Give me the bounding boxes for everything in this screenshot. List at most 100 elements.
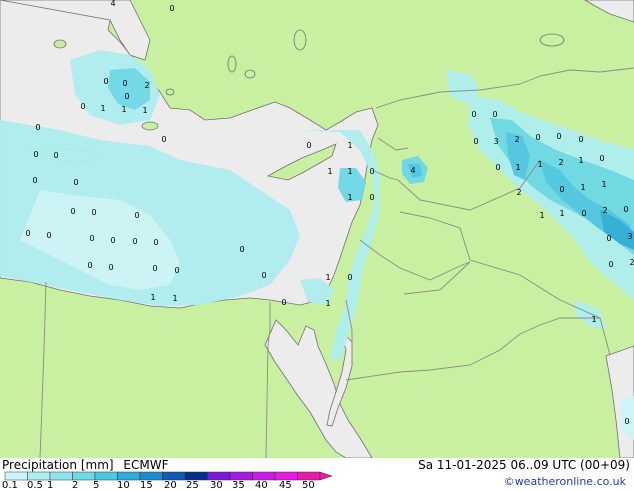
point-value-label: 0 <box>559 185 564 194</box>
map-footer: Precipitation [mm] ECMWF Sa 11-01-2025 0… <box>0 458 634 491</box>
point-value-label: 4 <box>110 0 115 8</box>
color-scale-tick-label: 10 <box>117 480 130 491</box>
point-value-label: 0 <box>578 135 583 144</box>
point-value-label: 0 <box>122 79 127 88</box>
point-value-label: 1 <box>580 183 585 192</box>
point-value-label: 0 <box>152 264 157 273</box>
point-value-label: 0 <box>103 77 108 86</box>
color-scale-tick-label: 50 <box>302 480 315 491</box>
point-value-label: 0 <box>556 132 561 141</box>
point-value-label: 0 <box>53 151 58 160</box>
point-value-label: 0 <box>599 154 604 163</box>
color-scale-tick-label: 40 <box>255 480 268 491</box>
point-value-label: 1 <box>172 294 177 303</box>
point-value-label: 2 <box>602 206 607 215</box>
color-scale-tick-label: 5 <box>93 480 100 491</box>
point-value-label: 0 <box>623 205 628 214</box>
point-value-label: 0 <box>32 176 37 185</box>
point-value-label: 0 <box>110 236 115 245</box>
point-value-label: 0 <box>124 92 129 101</box>
point-value-label: 0 <box>89 234 94 243</box>
point-value-label: 1 <box>537 160 542 169</box>
point-value-label: 1 <box>559 209 564 218</box>
point-value-label: 1 <box>578 156 583 165</box>
point-value-label: 0 <box>608 260 613 269</box>
color-scale-swatch <box>27 471 51 481</box>
point-value-label: 0 <box>369 193 374 202</box>
color-scale-swatch <box>4 471 28 481</box>
point-value-label: 0 <box>473 137 478 146</box>
color-scale-swatch <box>49 471 73 481</box>
point-value-label: 0 <box>134 211 139 220</box>
point-value-label: 1 <box>591 315 596 324</box>
point-value-label: 4 <box>410 166 415 175</box>
point-value-label: 0 <box>306 141 311 150</box>
point-value-label: 0 <box>73 178 78 187</box>
point-value-label: 0 <box>606 234 611 243</box>
point-value-label: 0 <box>369 167 374 176</box>
point-value-label: 3 <box>493 137 498 146</box>
credit-link[interactable]: ©weatheronline.co.uk <box>504 475 626 488</box>
point-value-label: 1 <box>121 105 126 114</box>
point-value-label: 2 <box>629 258 634 267</box>
color-scale-tick-label: 25 <box>186 480 199 491</box>
point-value-label: 0 <box>174 266 179 275</box>
point-value-label: 1 <box>347 141 352 150</box>
color-scale-swatch <box>139 471 163 481</box>
point-value-label: 1 <box>325 299 330 308</box>
color-scale-swatch <box>162 471 186 481</box>
point-value-label: 1 <box>100 104 105 113</box>
precipitation-map: 4 0 0 2 0 0 0 1 1 1 0 0 0 0 0 0 0 0 0 0 0 0 0 0 0 0 0 0 0 0 0 1 1 0 0 1 1 1 0 1… <box>0 0 634 459</box>
point-value-label: 1 <box>347 167 352 176</box>
color-scale-tick-label: 30 <box>210 480 223 491</box>
point-value-label: 1 <box>327 167 332 176</box>
color-scale-swatch <box>252 471 276 481</box>
point-value-label: 0 <box>153 238 158 247</box>
point-value-label: 0 <box>169 4 174 13</box>
color-scale-swatch <box>274 471 298 481</box>
point-value-label: 0 <box>87 261 92 270</box>
color-scale-swatch <box>117 471 141 481</box>
point-value-label: 0 <box>70 207 75 216</box>
color-scale-tick-label: 1 <box>47 480 54 491</box>
point-value-label: 0 <box>535 133 540 142</box>
point-value-label: 1 <box>150 293 155 302</box>
point-value-label: 2 <box>514 135 519 144</box>
point-value-label: 1 <box>601 180 606 189</box>
point-value-label: 0 <box>35 123 40 132</box>
point-value-label: 0 <box>471 110 476 119</box>
color-scale-arrow <box>319 471 333 481</box>
color-scale-swatch <box>229 471 253 481</box>
point-value-label: 1 <box>347 193 352 202</box>
color-scale-tick-label: 0.5 <box>27 480 43 491</box>
point-value-label: 0 <box>261 271 266 280</box>
point-value-label: 0 <box>495 163 500 172</box>
point-value-label: 1 <box>539 211 544 220</box>
color-scale-tick-label: 20 <box>164 480 177 491</box>
color-scale-swatch <box>72 471 96 481</box>
point-value-label: 1 <box>325 273 330 282</box>
color-scale-swatch <box>184 471 208 481</box>
point-value-label: 0 <box>46 231 51 240</box>
point-value-label: 0 <box>80 102 85 111</box>
point-value-label: 0 <box>239 245 244 254</box>
valid-time: Sa 11-01-2025 06..09 UTC (00+09) <box>418 458 630 472</box>
color-scale-swatch <box>297 471 321 481</box>
point-value-label: 2 <box>558 158 563 167</box>
color-scale-swatch <box>207 471 231 481</box>
map-title: Precipitation [mm] <box>2 458 114 472</box>
point-value-label: 2 <box>516 188 521 197</box>
point-value-label: 2 <box>144 81 149 90</box>
point-value-label: 0 <box>25 229 30 238</box>
color-scale-tick-label: 15 <box>140 480 153 491</box>
color-scale-tick-label: 0.1 <box>2 480 18 491</box>
point-value-label: 0 <box>91 208 96 217</box>
point-value-label: 0 <box>624 417 629 426</box>
point-value-label: 1 <box>515 163 520 172</box>
point-value-label: 0 <box>347 273 352 282</box>
color-scale-tick-label: 35 <box>232 480 245 491</box>
point-value-label: 0 <box>161 135 166 144</box>
point-value-label: 0 <box>581 209 586 218</box>
point-value-label: 1 <box>142 106 147 115</box>
color-scale-tick-label: 45 <box>279 480 292 491</box>
